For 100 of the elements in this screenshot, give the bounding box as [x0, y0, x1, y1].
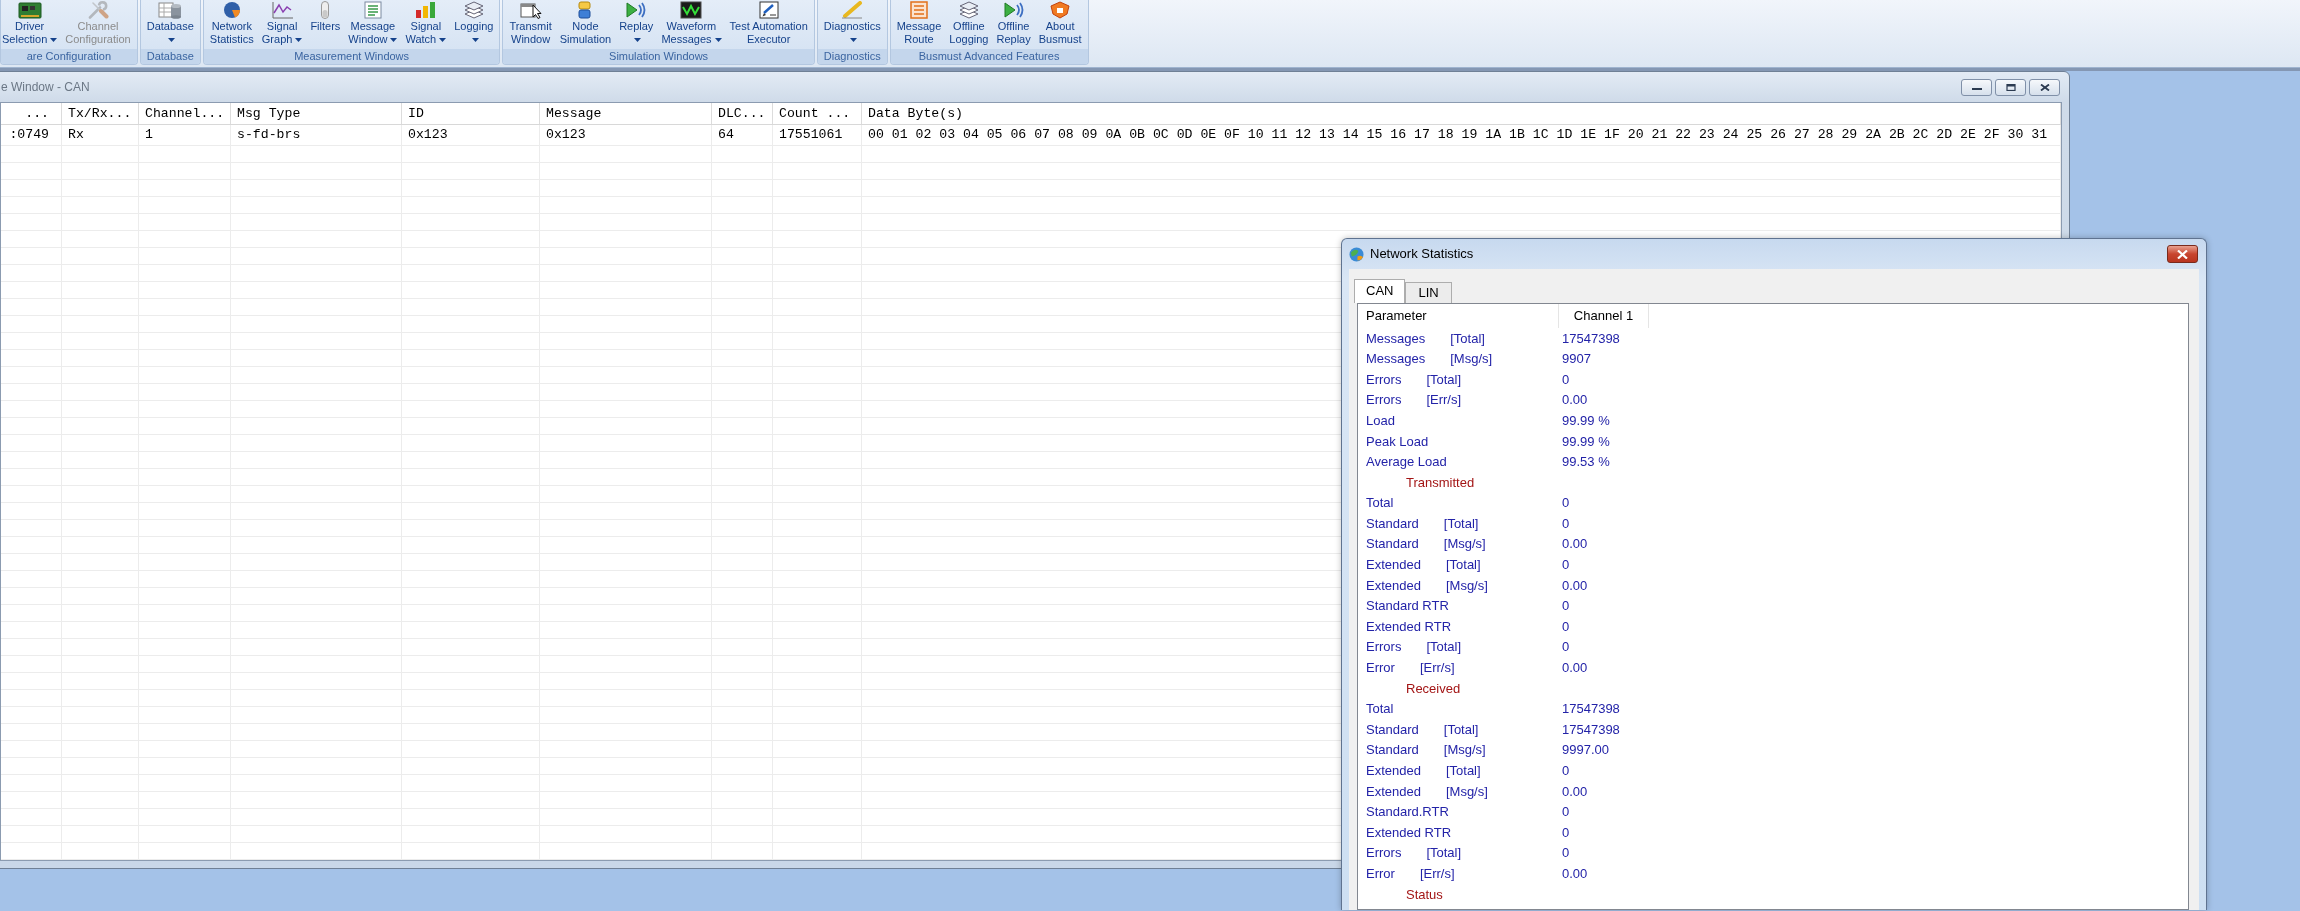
ribbon-button[interactable]: Replay	[618, 0, 655, 46]
statistic-value: 99.99 %	[1561, 411, 1610, 430]
tab[interactable]: LIN	[1405, 282, 1452, 303]
ribbon-button[interactable]: Network Statistics	[208, 0, 255, 46]
ribbon-button[interactable]: Signal Graph	[260, 0, 304, 46]
ribbon-button[interactable]: Database	[145, 0, 195, 46]
column-header[interactable]: Tx/Rx...	[62, 103, 139, 124]
ribbon-button[interactable]: Node Simulation	[558, 0, 613, 46]
ribbon-button[interactable]: Driver Selection	[1, 0, 59, 46]
parameter-label: Extended	[1366, 763, 1421, 778]
ribbon-button[interactable]: Filters	[309, 0, 342, 33]
restore-button[interactable]	[1995, 78, 2026, 96]
statistic-value: 0	[1561, 762, 1570, 780]
statistic-value: 0	[1561, 638, 1570, 657]
caret-icon	[390, 38, 398, 43]
parameter-qualifier: [Total]	[1426, 371, 1462, 387]
column-header[interactable]: DLC...	[712, 103, 773, 124]
column-header[interactable]: Channel 1	[1559, 304, 1649, 328]
ribbon-button[interactable]: Signal Watch	[404, 0, 448, 46]
group-label: are Configuration	[1, 49, 137, 64]
parameter-label: Peak Load	[1366, 433, 1429, 449]
statistic-value: 99.99 %	[1561, 432, 1610, 451]
column-header[interactable]: Data Byte(s)	[862, 103, 2061, 124]
table-cell: 64	[712, 125, 773, 145]
caret-icon	[295, 38, 303, 43]
window-title: Network Statistics	[1370, 245, 1474, 264]
ribbon-button[interactable]: Offline Logging	[948, 0, 990, 46]
column-header[interactable]: ...	[1, 103, 62, 124]
parameter-label: Total	[1366, 495, 1394, 511]
ribbon-button[interactable]: Diagnostics	[822, 0, 882, 46]
window-title: e Window - CAN	[1, 79, 90, 96]
minimize-button[interactable]	[1961, 78, 1992, 96]
statistic-value: 9997.00	[1561, 741, 1609, 760]
table-cell: 17551061	[773, 125, 862, 145]
ribbon-button[interactable]: Waveform Messages	[660, 0, 723, 46]
ribbon-button[interactable]: About Busmust	[1037, 0, 1083, 46]
statistic-value: 17547398	[1561, 700, 1620, 719]
parameter-qualifier: [Total]	[1443, 721, 1479, 737]
statistic-value: 0.00	[1561, 535, 1588, 554]
close-icon	[2039, 83, 2050, 91]
column-header[interactable]: Channel...	[139, 103, 231, 124]
parameter-qualifier: [Msg/s]	[1443, 742, 1486, 758]
parameter-qualifier: [Total]	[1426, 639, 1462, 655]
parameter-label: Standard RTR	[1366, 598, 1449, 614]
statistic-value: 0.00	[1561, 391, 1588, 410]
group-label: Diagnostics	[817, 49, 887, 64]
circuit-board-icon	[17, 1, 42, 19]
column-header[interactable]: Parameter	[1358, 304, 1559, 328]
statistic-value: 0	[1561, 617, 1570, 636]
emblem-icon	[1048, 1, 1073, 19]
parameter-label: Total	[1366, 701, 1394, 717]
ribbon-button[interactable]: Message Route	[895, 0, 943, 46]
tab[interactable]: CAN	[1354, 279, 1406, 303]
parameter-label: Standard	[1366, 536, 1419, 552]
group-label: Database	[140, 49, 200, 64]
restore-icon	[2005, 83, 2016, 91]
caret-icon	[439, 38, 447, 43]
statistic-value: 0.00	[1561, 576, 1588, 595]
parameter-qualifier: [Total]	[1426, 845, 1462, 861]
parameter-qualifier: [Total]	[1445, 763, 1481, 778]
parameter-label: Error	[1366, 866, 1395, 881]
ribbon-button[interactable]: Test Automation Executor	[728, 0, 809, 46]
statistic-value: 0	[1561, 556, 1570, 575]
column-header[interactable]: Count ...	[773, 103, 862, 124]
line-graph-icon	[270, 1, 295, 19]
close-icon	[2177, 249, 2188, 259]
column-header[interactable]: Message	[540, 103, 712, 124]
parameter-label: Messages	[1366, 351, 1426, 367]
parameter-qualifier: [Err/s]	[1419, 866, 1455, 881]
column-header[interactable]: Msg Type	[231, 103, 402, 124]
caret-icon	[714, 38, 722, 43]
close-button[interactable]	[2029, 78, 2060, 96]
caret-icon	[634, 38, 642, 43]
parameter-label: Standard	[1366, 721, 1419, 737]
close-button[interactable]	[2167, 245, 2198, 263]
parameter-label: Extended RTR	[1366, 618, 1452, 634]
statistic-value: 0	[1561, 803, 1570, 822]
parameter-label: Errors	[1366, 371, 1402, 387]
group-label: Measurement Windows	[203, 49, 500, 64]
parameter-qualifier: [Msg/s]	[1445, 577, 1488, 593]
play-signal-icon	[1001, 1, 1026, 19]
tube-icon	[321, 1, 330, 19]
parameter-qualifier: [Err/s]	[1426, 392, 1462, 408]
ribbon-button[interactable]: Transmit Window	[508, 0, 553, 46]
column-header[interactable]: ID	[402, 103, 540, 124]
statistic-value: 0.00	[1561, 782, 1588, 801]
section-heading: Status	[1405, 885, 1443, 904]
table-cell: Rx	[62, 125, 139, 145]
statistic-value: 0	[1561, 494, 1570, 513]
window-cursor-icon	[518, 1, 543, 19]
table-cell: 0x123	[402, 125, 540, 145]
parameter-qualifier: [Total]	[1443, 515, 1479, 531]
statistic-value: 0	[1561, 844, 1570, 863]
parameter-label: Standard.RTR	[1366, 804, 1449, 820]
table-cell: 1	[139, 125, 231, 145]
ribbon-button[interactable]: Logging	[453, 0, 495, 46]
ribbon-button[interactable]: Offline Replay	[995, 0, 1032, 46]
pen-document-icon	[756, 1, 781, 19]
parameter-qualifier: [Msg/s]	[1445, 783, 1488, 799]
ribbon-button[interactable]: Message Window	[347, 0, 399, 46]
